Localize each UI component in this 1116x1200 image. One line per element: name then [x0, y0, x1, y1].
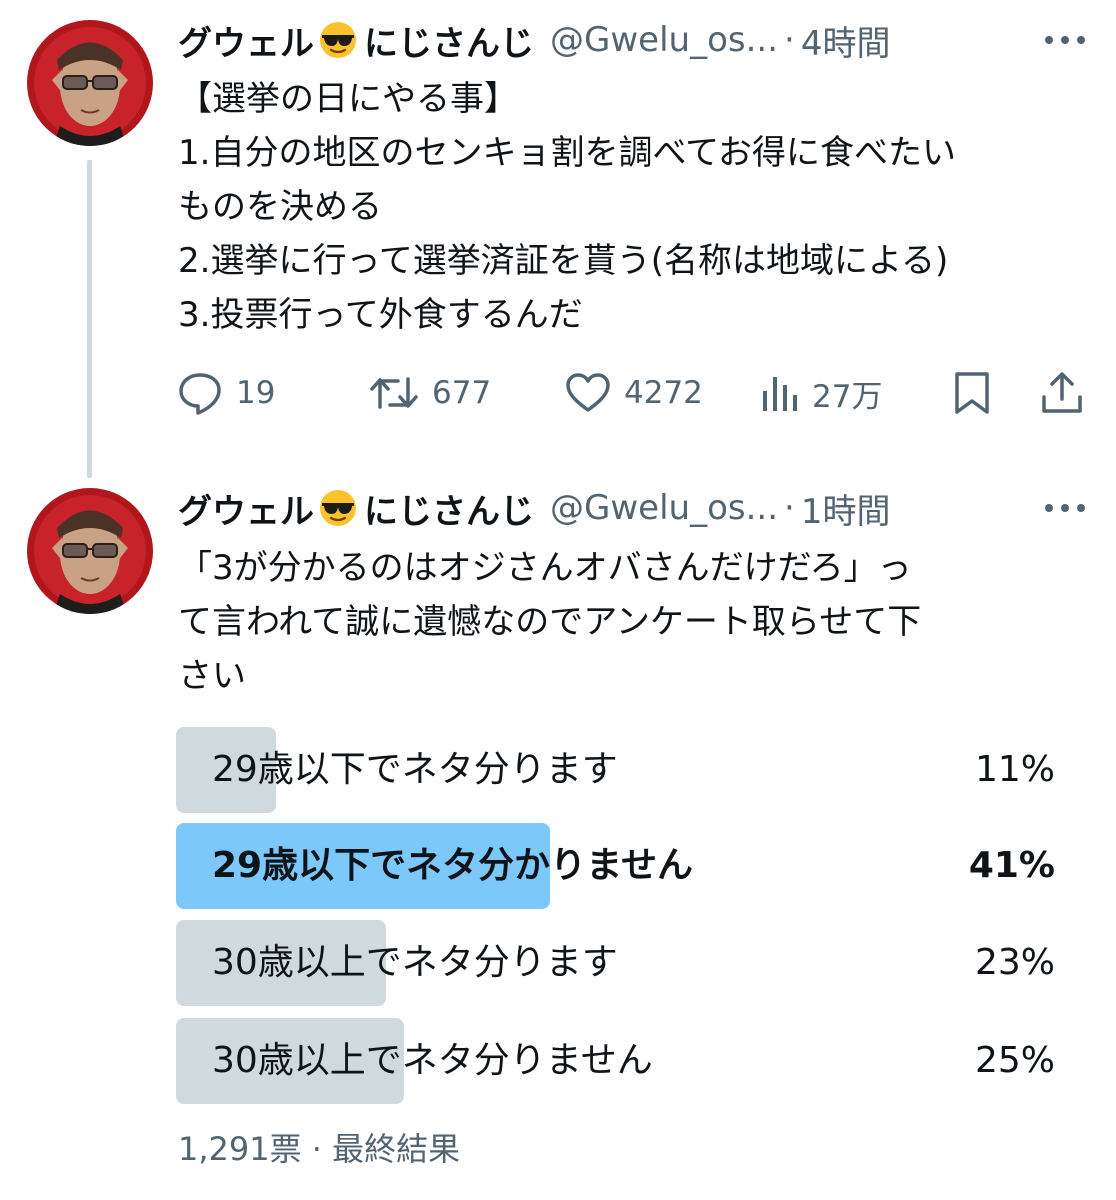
retweet-icon [370, 377, 418, 409]
user-handle[interactable]: @Gwelu_os... [550, 20, 778, 60]
avatar-image [27, 20, 153, 146]
poll-option-label: 29歳以下でネタ分ります [212, 749, 618, 790]
bookmark-button[interactable] [952, 364, 992, 422]
heart-icon [566, 373, 610, 412]
avatar-image [27, 488, 153, 614]
poll-option-percent: 11% [974, 749, 1055, 790]
reply-icon [179, 373, 221, 415]
poll-option-label: 29歳以下でネタ分かりません [212, 845, 694, 886]
poll-option-percent: 25% [974, 1040, 1055, 1081]
share-icon [1042, 372, 1082, 413]
poll-option: 29歳以下でネタ分ります 11% [176, 727, 1088, 813]
separator-dot: · [784, 488, 795, 528]
separator-dot: · [784, 20, 795, 60]
timestamp[interactable]: 1時間 [801, 484, 891, 533]
avatar[interactable] [27, 20, 153, 146]
display-name-text: にじさんじ [364, 23, 534, 64]
like-count: 4272 [624, 375, 703, 411]
views-button[interactable]: 27万 [760, 364, 882, 422]
timestamp[interactable]: 4時間 [801, 16, 891, 65]
retweet-button[interactable]: 677 [368, 364, 491, 422]
poll-option-winner: 29歳以下でネタ分かりません 41% [176, 823, 1088, 909]
sunglasses-face-emoji-icon [320, 490, 356, 526]
views-count: 27万 [812, 378, 883, 415]
display-name-text: にじさんじ [364, 491, 534, 532]
poll-vote-count: 1,291票 [178, 1130, 302, 1168]
thread-connector-line [87, 160, 92, 478]
more-options-icon[interactable] [1042, 501, 1088, 515]
display-name-text: グウェル [178, 23, 314, 64]
separator-dot: · [311, 1130, 322, 1168]
retweet-count: 677 [432, 375, 492, 411]
tweet-actions: 19 677 4272 27万 [176, 364, 1088, 422]
poll-option-label: 30歳以上でネタ分りません [212, 1040, 653, 1081]
like-button[interactable]: 4272 [564, 364, 703, 422]
share-button[interactable] [1038, 364, 1086, 422]
views-chart-icon [763, 377, 797, 411]
bookmark-icon [955, 372, 989, 414]
sunglasses-face-emoji-icon [320, 22, 356, 58]
poll-meta: 1,291票 · 最終結果 [178, 1124, 460, 1170]
poll-option: 30歳以上でネタ分りません 25% [176, 1018, 1088, 1104]
poll-option-label: 30歳以上でネタ分ります [212, 942, 618, 983]
tweet-header: グウェル にじさんじ @Gwelu_os... · 1時間 [178, 484, 891, 533]
tweet-header: グウェル にじさんじ @Gwelu_os... · 4時間 [178, 16, 891, 65]
reply-button[interactable]: 19 [176, 364, 275, 422]
display-name[interactable]: グウェル にじさんじ [178, 484, 534, 533]
more-options-icon[interactable] [1042, 33, 1088, 47]
poll-option-percent: 23% [974, 942, 1055, 983]
tweet-text: 「3が分かるのはオジさんオバさんだけだろ」っ て言われて誠に遺憾なのでアンケート… [178, 548, 922, 696]
display-name[interactable]: グウェル にじさんじ [178, 16, 534, 65]
poll-status: 最終結果 [332, 1130, 461, 1168]
user-handle[interactable]: @Gwelu_os... [550, 488, 778, 528]
tweet-text: 【選挙の日にやる事】 1.自分の地区のセンキョ割を調べてお得に食べたい ものを決… [178, 79, 957, 335]
display-name-text: グウェル [178, 491, 314, 532]
avatar[interactable] [27, 488, 153, 614]
poll-option-percent: 41% [968, 845, 1055, 886]
poll-option: 30歳以上でネタ分ります 23% [176, 920, 1088, 1006]
reply-count: 19 [236, 375, 276, 411]
